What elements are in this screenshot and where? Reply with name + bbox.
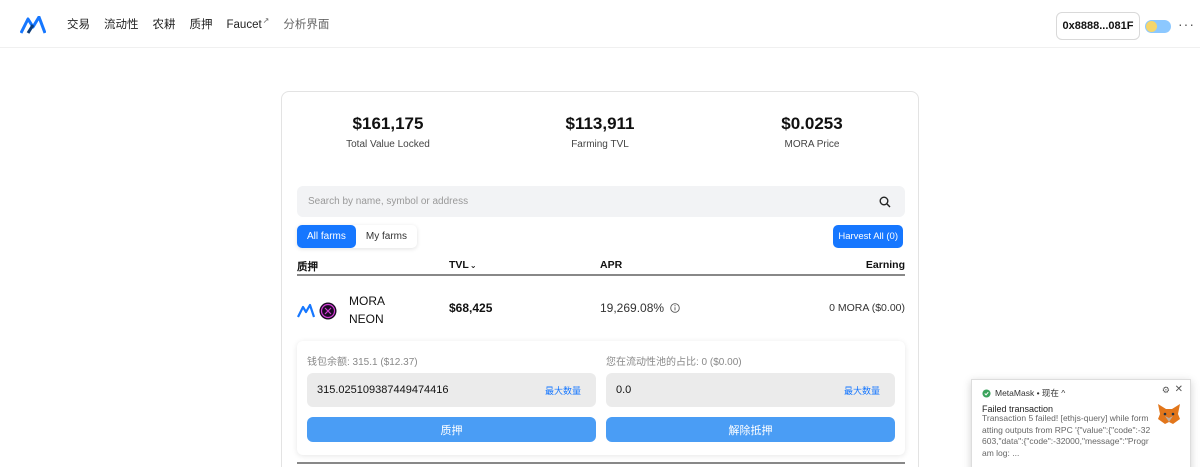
unstake-amount-input[interactable] <box>606 373 826 407</box>
sun-icon <box>1146 21 1157 32</box>
notification-app-name: MetaMask <box>995 388 1035 398</box>
farms-card: $161,175 Total Value Locked $113,911 Far… <box>281 91 919 467</box>
search-icon[interactable] <box>879 196 891 208</box>
tab-all-farms[interactable]: All farms <box>297 225 356 248</box>
table-row[interactable]: MORA NEON $68,425 19,269.08% 0 MORA ($0.… <box>297 288 905 332</box>
gear-icon[interactable]: ⚙ <box>1162 385 1170 396</box>
stat-mora-price: $0.0253 MORA Price <box>706 114 918 150</box>
nav-item-farming[interactable]: 农耕 <box>153 16 176 32</box>
table-header: 质押 TVL⌄ APR Earning <box>297 256 905 276</box>
search-bar <box>297 186 905 217</box>
wallet-address-button[interactable]: 0x8888...081F <box>1056 12 1140 40</box>
column-header-apr: APR <box>600 259 623 271</box>
main-nav: 交易 流动性 农耕 质押 Faucet↗ 分析界面 <box>67 16 343 32</box>
pair-names: MORA NEON <box>349 292 385 328</box>
unstake-max-button[interactable]: 最大数量 <box>844 384 880 397</box>
metamask-notification[interactable]: MetaMask • 现在 ^ ⚙ ✕ Failed transaction T… <box>971 379 1191 467</box>
chevron-down-icon: ⌄ <box>469 261 477 270</box>
stat-total-value-locked: $161,175 Total Value Locked <box>282 114 494 150</box>
stake-amount-box: 最大数量 <box>307 373 596 407</box>
row-apr-value: 19,269.08% <box>600 301 665 315</box>
stake-button[interactable]: 质押 <box>307 417 596 442</box>
column-header-pair: 质押 <box>297 261 318 273</box>
row-earning-value: 0 MORA ($0.00) <box>829 302 905 314</box>
stat-farming-tvl: $113,911 Farming TVL <box>494 114 706 150</box>
app-logo-icon[interactable] <box>20 16 46 34</box>
row-divider <box>297 462 905 464</box>
nav-item-faucet[interactable]: Faucet↗ <box>227 16 270 32</box>
unstake-button[interactable]: 解除抵押 <box>606 417 895 442</box>
search-input[interactable] <box>297 186 877 217</box>
column-header-tvl-label: TVL <box>449 259 469 271</box>
pool-share-label: 您在流动性池的占比: 0 ($0.00) <box>606 357 742 368</box>
token-b-symbol: NEON <box>349 312 384 326</box>
nav-item-staking[interactable]: 质押 <box>190 16 213 32</box>
token-a-symbol: MORA <box>349 294 385 308</box>
stake-amount-input[interactable] <box>307 373 527 407</box>
nav-item-analytics[interactable]: 分析界面 <box>283 16 329 32</box>
theme-toggle[interactable] <box>1145 20 1171 33</box>
notification-header: MetaMask • 现在 ^ <box>982 387 1065 399</box>
stats-row: $161,175 Total Value Locked $113,911 Far… <box>282 114 918 150</box>
info-icon[interactable] <box>670 303 680 313</box>
metamask-small-icon <box>982 388 991 398</box>
pair-token-logos <box>297 302 337 320</box>
row-apr: 19,269.08% <box>600 301 680 315</box>
more-menu-icon[interactable]: ··· <box>1178 16 1195 32</box>
harvest-all-button[interactable]: Harvest All (0) <box>833 225 903 248</box>
stat-label: Total Value Locked <box>346 139 430 150</box>
nav-item-trade[interactable]: 交易 <box>67 16 90 32</box>
stat-value: $0.0253 <box>781 114 843 133</box>
external-link-icon: ↗ <box>262 16 270 25</box>
unstake-amount-box: 最大数量 <box>606 373 895 407</box>
farm-filter-tabs: All farms My farms <box>297 225 418 248</box>
neon-token-icon <box>319 302 337 320</box>
top-navigation: 交易 流动性 农耕 质押 Faucet↗ 分析界面 0x8888...081F … <box>0 0 1200 48</box>
column-header-tvl[interactable]: TVL⌄ <box>449 259 477 271</box>
row-tvl-value: $68,425 <box>449 301 493 315</box>
stat-label: MORA Price <box>784 139 840 150</box>
notification-body: Transaction 5 failed! [ethjs-query] whil… <box>982 413 1151 458</box>
notification-time: • 现在 ^ <box>1036 388 1066 398</box>
column-header-earning: Earning <box>865 259 905 271</box>
nav-item-faucet-label: Faucet <box>226 18 262 31</box>
stat-value: $161,175 <box>352 114 424 133</box>
farm-detail-panel: 钱包余额: 315.1 ($12.37) 最大数量 质押 您在流动性池的占比: … <box>297 341 905 455</box>
close-icon[interactable]: ✕ <box>1175 384 1183 395</box>
stat-label: Farming TVL <box>571 139 629 150</box>
wallet-balance-label: 钱包余额: 315.1 ($12.37) <box>307 357 418 368</box>
tab-my-farms[interactable]: My farms <box>356 225 417 248</box>
metamask-fox-icon <box>1158 404 1180 424</box>
mora-token-icon <box>297 303 316 318</box>
stake-max-button[interactable]: 最大数量 <box>545 384 581 397</box>
nav-item-liquidity[interactable]: 流动性 <box>104 16 139 32</box>
stat-value: $113,911 <box>565 114 635 133</box>
